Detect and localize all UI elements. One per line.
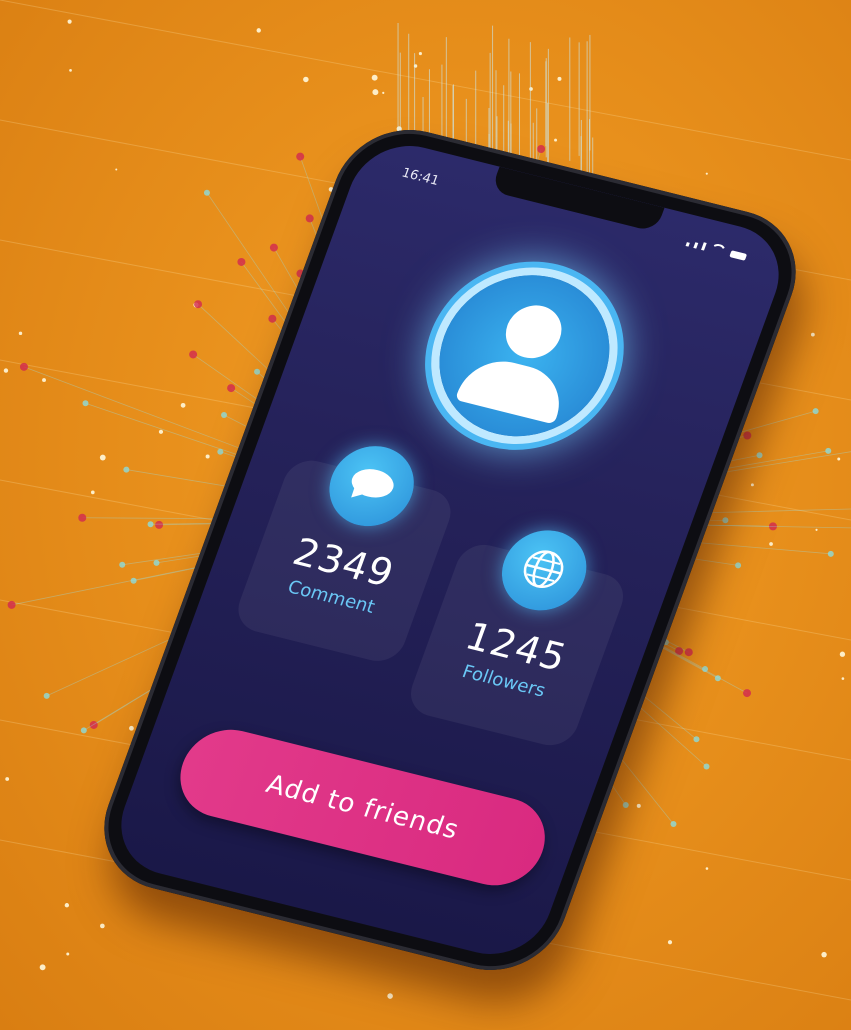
status-icons [685,237,749,261]
add-to-friends-button[interactable]: Add to friends [167,720,558,895]
user-avatar-body [454,352,572,425]
wifi-icon [708,242,728,256]
chat-bubble-icon [317,437,426,535]
signal-icon [685,242,690,247]
globe-icon [490,521,599,620]
followers-stat-card[interactable]: 1245 Followers [403,521,631,751]
phone-screen: 16:41 2349 Comment 1245 Followers Add to… [105,134,795,966]
status-time: 16:41 [399,165,442,189]
comment-stat-card[interactable]: 2349 Comment [231,437,458,667]
phone-notch [490,166,665,233]
battery-icon [729,250,748,261]
user-avatar-icon [498,299,570,364]
globe-glyph [523,550,564,588]
signal-icon [693,242,699,249]
profile-avatar[interactable] [415,257,633,454]
signal-icon [701,242,707,251]
smartphone: 16:41 2349 Comment 1245 Followers Add to… [84,115,816,985]
